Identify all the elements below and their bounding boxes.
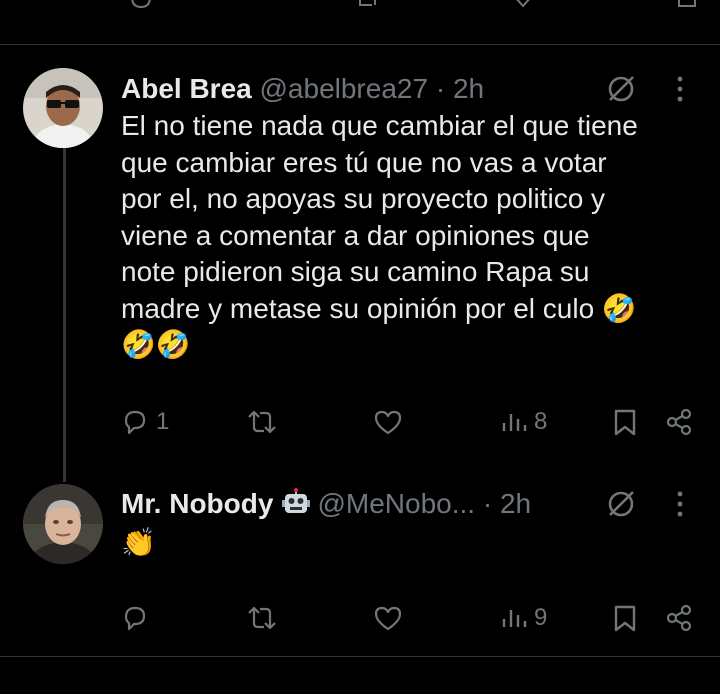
reply-count: 1 xyxy=(156,408,170,435)
views-button[interactable]: 9 xyxy=(500,601,547,635)
divider xyxy=(0,656,720,657)
repost-icon xyxy=(248,410,276,434)
tweet-text-line: note pidieron siga su camino Rapa su xyxy=(121,256,590,287)
more-options-icon[interactable] xyxy=(670,487,690,521)
tweet-text: El no tiene nada que cambiar el que tien… xyxy=(121,108,681,364)
bookmark-icon xyxy=(614,605,636,632)
bookmark-button[interactable] xyxy=(611,601,639,635)
views-icon xyxy=(502,610,527,627)
like-icon xyxy=(374,606,402,631)
share-icon xyxy=(666,604,692,632)
display-name[interactable]: Mr. Nobody xyxy=(121,488,273,519)
display-name[interactable]: Abel Brea xyxy=(121,73,252,104)
tweet-text-line: madre y metase su opinión por el culo 🤣 xyxy=(121,292,637,324)
timestamp[interactable]: 2h xyxy=(500,488,531,519)
views-icon xyxy=(502,414,527,431)
share-icon xyxy=(666,408,692,436)
reply-icon[interactable] xyxy=(130,0,152,9)
more-options-icon[interactable] xyxy=(670,72,690,106)
previous-tweet-actions xyxy=(0,0,720,14)
reply-icon xyxy=(124,410,146,435)
repost-icon[interactable] xyxy=(358,0,380,8)
timestamp[interactable]: 2h xyxy=(453,73,484,104)
user-handle[interactable]: @MeNobo... xyxy=(317,488,475,519)
thread-line xyxy=(63,148,66,482)
tweet-header: Mr. Nobody @MeNobo... · 2h xyxy=(121,487,531,525)
avatar[interactable] xyxy=(23,484,103,564)
user-handle[interactable]: @abelbrea27 xyxy=(260,73,429,104)
tweet-text-line: El no tiene nada que cambiar el que tien… xyxy=(121,110,638,141)
views-count: 9 xyxy=(534,604,548,631)
tweet-text-line: 👏 xyxy=(121,526,156,559)
like-button[interactable] xyxy=(372,405,410,439)
bookmark-button[interactable] xyxy=(611,405,639,439)
tweet-text-line: que cambiar eres tú que no vas a votar xyxy=(121,146,607,178)
grok-icon[interactable] xyxy=(604,72,638,106)
divider xyxy=(0,44,720,45)
reply-button[interactable] xyxy=(120,601,156,635)
reply-icon xyxy=(124,606,146,631)
avatar[interactable] xyxy=(23,68,103,148)
tweet-text-line: por el, no apoyas su proyecto politico y xyxy=(121,183,606,214)
share-button[interactable] xyxy=(664,601,694,635)
robot-icon xyxy=(281,487,311,525)
share-button[interactable] xyxy=(664,405,694,439)
repost-button[interactable] xyxy=(245,405,285,439)
separator: · xyxy=(482,488,493,519)
tweet-text-line: 🤣🤣 xyxy=(121,328,191,361)
views-count: 8 xyxy=(534,408,548,435)
tweet-text: 👏 xyxy=(121,525,681,562)
like-button[interactable] xyxy=(372,601,410,635)
repost-icon xyxy=(248,606,276,630)
like-icon[interactable] xyxy=(512,0,534,8)
reply-button[interactable]: 1 xyxy=(120,405,169,439)
repost-button[interactable] xyxy=(245,601,285,635)
bookmark-icon xyxy=(614,409,636,436)
grok-icon[interactable] xyxy=(604,487,638,521)
like-icon xyxy=(374,410,402,435)
tweet-header: Abel Brea @abelbrea27 · 2h xyxy=(121,72,484,106)
views-button[interactable]: 8 xyxy=(500,405,547,439)
separator: · xyxy=(435,73,446,104)
bookmark-icon[interactable] xyxy=(676,0,698,8)
tweet-text-line: viene a comentar a dar opiniones que xyxy=(121,219,590,251)
